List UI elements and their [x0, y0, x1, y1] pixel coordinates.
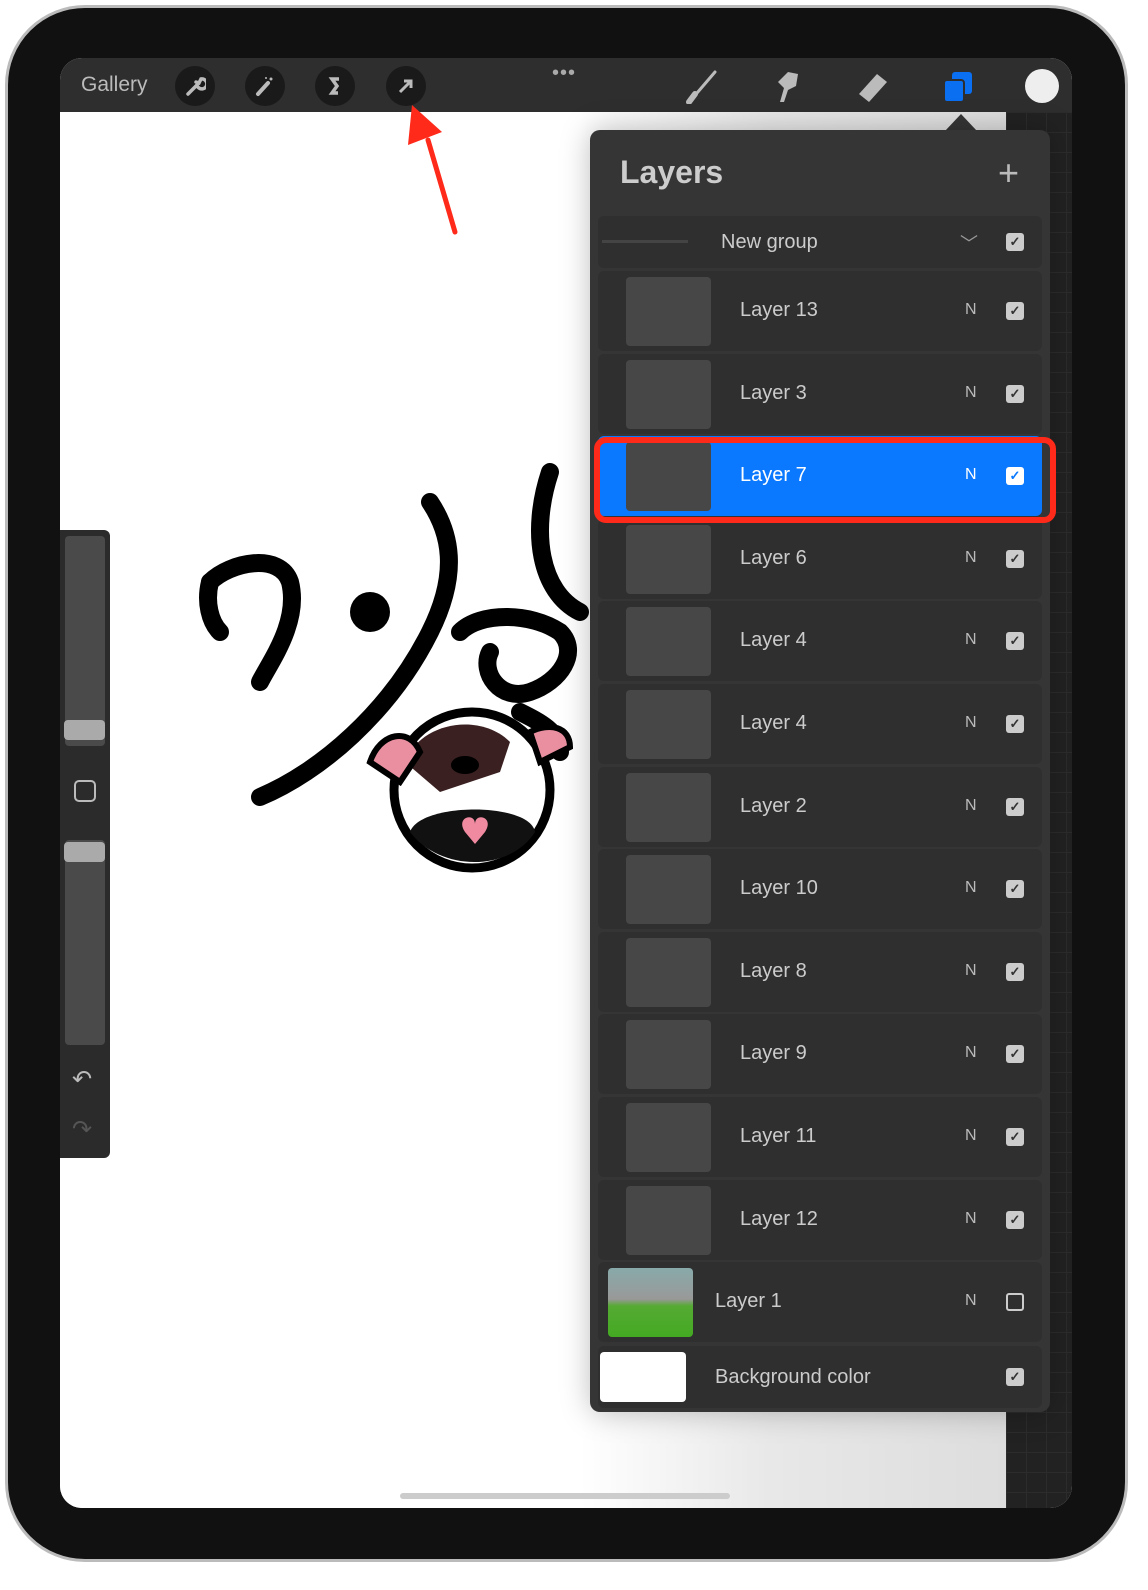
visibility-checkbox[interactable]: ✓ — [1006, 880, 1024, 899]
visibility-checkbox[interactable]: ✓ — [1006, 632, 1024, 651]
visibility-checkbox[interactable]: ✓ — [1006, 1128, 1024, 1146]
chevron-down-icon[interactable]: ﹀ — [960, 230, 978, 256]
group-visibility-checkbox[interactable]: ✓ — [1006, 233, 1024, 251]
blend-mode[interactable]: N — [965, 714, 977, 732]
visibility-checkbox[interactable]: ✓ — [1006, 797, 1024, 816]
brush-size-slider[interactable] — [65, 536, 105, 746]
layer-row[interactable]: Layer 4 N ✓ — [598, 601, 1042, 682]
layer-thumbnail — [626, 772, 711, 842]
layer-name: Layer 4 — [740, 712, 807, 734]
layer-thumbnail — [626, 855, 711, 925]
layer-row[interactable]: Layer 8 N ✓ — [598, 931, 1042, 1012]
opacity-handle[interactable] — [64, 842, 105, 862]
layer-row[interactable]: Layer 6 N ✓ — [598, 518, 1042, 599]
layer-row[interactable]: Layer 13 N ✓ — [598, 271, 1042, 351]
visibility-checkbox[interactable]: ✓ — [1006, 384, 1024, 403]
blend-mode[interactable]: N — [965, 879, 977, 897]
selected-layer-highlight — [594, 437, 1056, 523]
brush-icon[interactable] — [685, 68, 721, 104]
panel-title: Layers — [620, 154, 724, 190]
visibility-checkbox[interactable]: ✓ — [1006, 1045, 1024, 1064]
layer-name: Layer 6 — [740, 546, 807, 569]
screen: Gallery ••• ↶ ↷ Layers + New group ﹀ ✓ L… — [60, 58, 1072, 1508]
layer-name: Layer 12 — [740, 1207, 818, 1230]
background-color-row[interactable]: Background color ✓ — [598, 1346, 1042, 1408]
background-swatch[interactable] — [600, 1352, 686, 1402]
blend-mode[interactable]: N — [965, 962, 977, 980]
layer-thumbnail — [626, 937, 711, 1007]
layer-row[interactable]: Layer 9 N ✓ — [598, 1014, 1042, 1095]
blend-mode[interactable]: N — [965, 1044, 977, 1062]
color-picker-button[interactable] — [1025, 69, 1059, 103]
blend-mode[interactable]: N — [965, 384, 977, 402]
layer-row[interactable]: Layer 11 N ✓ — [598, 1097, 1042, 1177]
layer-thumbnail — [626, 277, 711, 346]
undo-icon[interactable]: ↶ — [72, 1065, 92, 1094]
blend-mode[interactable]: N — [965, 1127, 977, 1145]
visibility-checkbox[interactable]: ✓ — [1006, 302, 1024, 320]
add-layer-button[interactable]: + — [998, 152, 1019, 194]
layer-name: Layer 1 — [715, 1290, 782, 1312]
blend-mode[interactable]: N — [965, 549, 977, 567]
left-sidebar: ↶ ↷ — [60, 530, 110, 1158]
opacity-slider[interactable] — [65, 840, 105, 1045]
visibility-checkbox[interactable]: ✓ — [1006, 962, 1024, 981]
eraser-icon[interactable] — [855, 68, 891, 104]
layer-thumbnail — [626, 1020, 711, 1090]
layers-panel: Layers + New group ﹀ ✓ Layer 13 N ✓ Laye… — [590, 130, 1050, 1412]
selection-icon[interactable] — [315, 66, 355, 106]
home-indicator — [400, 1493, 730, 1499]
visibility-checkbox[interactable]: ✓ — [1006, 1210, 1024, 1229]
magic-wand-icon[interactable] — [245, 66, 285, 106]
layer-thumbnail — [626, 1103, 711, 1172]
modify-square-icon[interactable] — [74, 780, 96, 802]
layer-name: Layer 2 — [740, 794, 807, 817]
visibility-checkbox[interactable]: ✓ — [1006, 715, 1024, 733]
annotation-arrow — [408, 105, 458, 235]
layer-thumbnail — [626, 690, 711, 759]
gallery-button[interactable]: Gallery — [81, 73, 148, 97]
blend-mode[interactable]: N — [965, 1292, 977, 1310]
layer-name: Layer 3 — [740, 381, 807, 404]
layer-row[interactable]: Layer 10 N ✓ — [598, 849, 1042, 930]
top-toolbar: Gallery ••• — [60, 58, 1072, 112]
blend-mode[interactable]: N — [965, 1210, 977, 1228]
blend-mode[interactable]: N — [965, 797, 977, 815]
redo-icon[interactable]: ↷ — [72, 1115, 92, 1144]
layer-thumbnail — [626, 359, 711, 429]
blend-mode[interactable]: N — [965, 301, 977, 319]
blend-mode[interactable]: N — [965, 631, 977, 649]
layer-row[interactable]: Layer 3 N ✓ — [598, 353, 1042, 434]
layer-row[interactable]: Layer 2 N ✓ — [598, 766, 1042, 847]
layer-name: Layer 10 — [740, 877, 818, 900]
layer-row[interactable]: Layer 4 N ✓ — [598, 684, 1042, 764]
layer-name: Background color — [715, 1366, 871, 1388]
wrench-icon[interactable] — [175, 66, 215, 106]
more-icon[interactable]: ••• — [552, 62, 576, 85]
group-name: New group — [721, 231, 818, 253]
group-thumbnail — [602, 240, 688, 243]
layer-thumbnail — [626, 1185, 711, 1255]
visibility-checkbox[interactable]: ✓ — [1006, 549, 1024, 568]
layer-name: Layer 8 — [740, 959, 807, 982]
layers-icon[interactable] — [940, 68, 976, 104]
layer-row-layer-1[interactable]: Layer 1 N — [598, 1262, 1042, 1342]
smudge-icon[interactable] — [770, 68, 806, 104]
visibility-checkbox[interactable] — [1006, 1293, 1024, 1311]
layer-name: Layer 13 — [740, 299, 818, 321]
layer-thumbnail — [626, 607, 711, 677]
layer-name: Layer 4 — [740, 629, 807, 652]
visibility-checkbox[interactable]: ✓ — [1006, 1368, 1024, 1386]
layer-thumbnail — [626, 524, 711, 594]
brush-size-handle[interactable] — [64, 720, 105, 740]
layer-thumbnail — [608, 1268, 693, 1337]
layer-row[interactable]: Layer 12 N ✓ — [598, 1179, 1042, 1260]
layer-group-row[interactable]: New group ﹀ ✓ — [598, 216, 1042, 268]
layer-name: Layer 9 — [740, 1042, 807, 1065]
layer-name: Layer 11 — [740, 1125, 817, 1147]
panel-pointer — [945, 114, 977, 131]
